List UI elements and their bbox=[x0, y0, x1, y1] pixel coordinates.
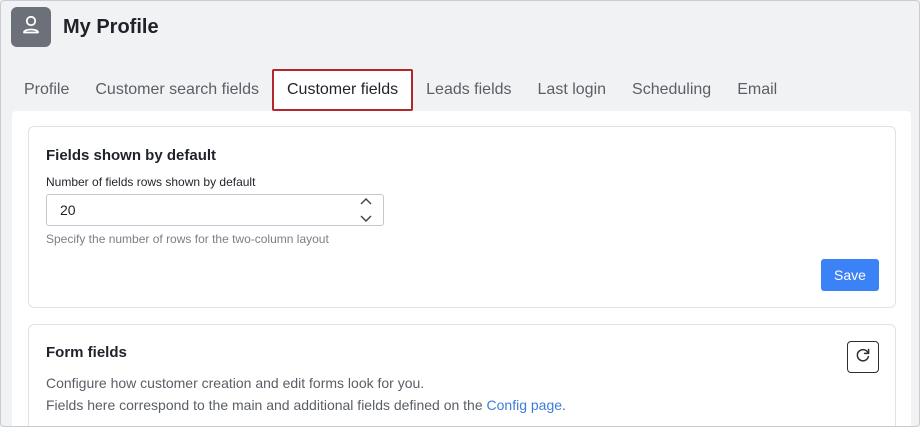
tab-customer-fields[interactable]: Customer fields bbox=[271, 69, 414, 111]
form-fields-description: Configure how customer creation and edit… bbox=[46, 375, 425, 391]
rows-stepper-value[interactable]: 20 bbox=[60, 202, 355, 218]
stepper-arrows[interactable] bbox=[355, 192, 377, 228]
save-button[interactable]: Save bbox=[821, 259, 879, 291]
tab-last-login[interactable]: Last login bbox=[525, 69, 620, 111]
rows-helper-text: Specify the number of rows for the two-c… bbox=[46, 232, 329, 246]
form-fields-note-text: Fields here correspond to the main and a… bbox=[46, 397, 487, 413]
page-title: My Profile bbox=[63, 15, 159, 38]
tab-content: Fields shown by default Number of fields… bbox=[12, 111, 911, 426]
tab-profile[interactable]: Profile bbox=[11, 69, 82, 111]
fields-default-title: Fields shown by default bbox=[46, 147, 217, 164]
refresh-icon[interactable] bbox=[855, 347, 871, 368]
tab-bar: Profile Customer search fields Customer … bbox=[11, 69, 790, 111]
user-icon bbox=[22, 15, 40, 40]
refresh-button[interactable] bbox=[847, 341, 879, 373]
tab-customer-search-fields[interactable]: Customer search fields bbox=[82, 69, 272, 111]
chevron-up-icon[interactable] bbox=[359, 192, 373, 210]
form-fields-note: Fields here correspond to the main and a… bbox=[46, 397, 566, 413]
form-fields-title: Form fields bbox=[46, 344, 127, 361]
tab-email[interactable]: Email bbox=[724, 69, 790, 111]
form-fields-card: Form fields Configure how customer creat… bbox=[28, 324, 896, 426]
tab-leads-fields[interactable]: Leads fields bbox=[413, 69, 524, 111]
rows-stepper[interactable]: 20 bbox=[46, 194, 384, 226]
app-window: My Profile Profile Customer search field… bbox=[0, 0, 920, 427]
avatar bbox=[11, 7, 51, 47]
rows-field-label: Number of fields rows shown by default bbox=[46, 175, 256, 189]
form-fields-note-suffix: . bbox=[562, 397, 566, 413]
tab-scheduling[interactable]: Scheduling bbox=[619, 69, 724, 111]
fields-default-card: Fields shown by default Number of fields… bbox=[28, 126, 896, 308]
chevron-down-icon[interactable] bbox=[359, 210, 373, 228]
config-page-link[interactable]: Config page bbox=[487, 397, 563, 413]
page-header: My Profile bbox=[11, 7, 159, 47]
